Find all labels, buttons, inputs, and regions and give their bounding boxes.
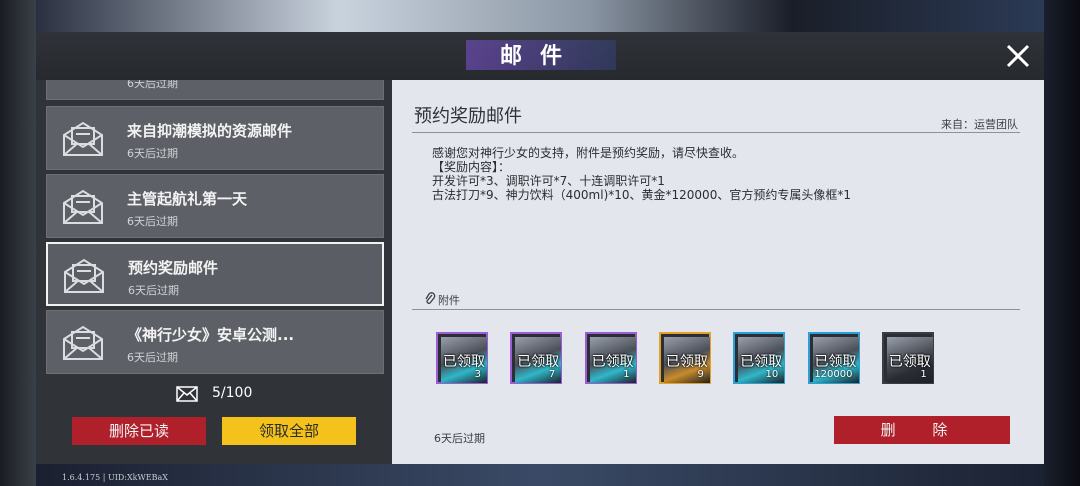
mail-modal: 邮件 6天后过期 来自抑潮模拟的资源邮件 6天后过期 主管起航礼第一天 6天后过… bbox=[36, 32, 1044, 464]
claimed-label: 已领取 bbox=[888, 354, 931, 370]
paperclip-icon bbox=[425, 292, 436, 304]
item-quantity: 9 bbox=[697, 369, 704, 380]
attachment-item[interactable]: 已领取 10 bbox=[733, 332, 786, 384]
mail-item-expiry: 6天后过期 bbox=[127, 147, 178, 160]
background-top-strip bbox=[36, 0, 1044, 32]
attachment-label: 附件 bbox=[438, 294, 460, 307]
item-quantity: 7 bbox=[548, 369, 556, 380]
item-quantity: 10 bbox=[765, 369, 779, 380]
background-bottom-strip bbox=[36, 464, 1044, 486]
mail-item[interactable]: 6天后过期 bbox=[46, 80, 384, 100]
mail-count: 5/100 bbox=[212, 385, 253, 401]
item-quantity: 120000 bbox=[814, 369, 853, 380]
mail-item-title: 主管起航礼第一天 bbox=[127, 190, 248, 208]
item-quantity: 1 bbox=[623, 369, 630, 380]
background-left-strip bbox=[0, 0, 36, 486]
mail-item-title: 来自抑潮模拟的资源邮件 bbox=[127, 122, 293, 140]
divider bbox=[412, 309, 1020, 310]
mail-item-expiry: 6天后过期 bbox=[127, 215, 178, 228]
envelope-icon bbox=[63, 325, 103, 360]
version-uid-label: 1.6.4.175 | UID:XkWEBaX bbox=[62, 473, 168, 482]
envelope-icon bbox=[64, 258, 104, 293]
claimed-label: 已领取 bbox=[443, 354, 485, 370]
envelope-icon bbox=[63, 121, 103, 156]
claimed-label: 已领取 bbox=[591, 354, 634, 370]
close-button[interactable] bbox=[1000, 38, 1036, 74]
mail-item-expiry: 6天后过期 bbox=[127, 351, 178, 364]
mail-item-expiry: 6天后过期 bbox=[127, 80, 178, 90]
mail-item-selected[interactable]: 预约奖励邮件 6天后过期 bbox=[46, 242, 384, 306]
mail-body-line: 开发许可*3、调职许可*7、十连调职许可*1 bbox=[432, 174, 665, 188]
mail-item-title: 预约奖励邮件 bbox=[128, 259, 219, 277]
mail-item[interactable]: 主管起航礼第一天 6天后过期 bbox=[46, 174, 384, 238]
mail-item[interactable]: 《神行少女》安卓公测... 6天后过期 bbox=[46, 310, 384, 374]
claimed-label: 已领取 bbox=[517, 354, 560, 370]
attachment-item[interactable]: 已领取 1 bbox=[881, 332, 934, 384]
mail-body-line: 【奖励内容】： bbox=[432, 160, 511, 174]
attachment-item[interactable]: 已领取 9 bbox=[658, 332, 711, 384]
claimed-label: 已领取 bbox=[814, 354, 857, 370]
mail-detail-title: 预约奖励邮件 bbox=[414, 106, 522, 127]
item-quantity: 1 bbox=[920, 369, 927, 380]
mail-item-title: 《神行少女》安卓公测... bbox=[127, 326, 295, 344]
mail-detail-panel: 预约奖励邮件 来自：运营团队 感谢您对神行少女的支持，附件是预约奖励，请尽快查收… bbox=[392, 80, 1044, 464]
mail-body-line: 古法打刀*9、神力饮料（400ml)*10、黄金*120000、官方预约专属头像… bbox=[432, 188, 851, 202]
claimed-label: 已领取 bbox=[665, 354, 708, 370]
item-quantity: 3 bbox=[474, 369, 481, 380]
mail-sender: 来自：运营团队 bbox=[941, 118, 1018, 131]
mail-expiry: 6天后过期 bbox=[434, 432, 485, 445]
delete-read-button[interactable]: 删除已读 bbox=[72, 417, 206, 445]
close-icon bbox=[1006, 44, 1030, 68]
envelope-icon bbox=[63, 189, 103, 224]
background-right-strip bbox=[1044, 0, 1080, 486]
attachment-item[interactable]: 已领取 7 bbox=[510, 332, 563, 384]
attachment-item[interactable]: 已领取 1 bbox=[584, 332, 637, 384]
mail-body-line: 感谢您对神行少女的支持，附件是预约奖励，请尽快查收。 bbox=[432, 146, 745, 160]
title-bar: 邮件 bbox=[36, 32, 1044, 80]
mail-body: 感谢您对神行少女的支持，附件是预约奖励，请尽快查收。 【奖励内容】： 开发许可*… bbox=[432, 146, 851, 202]
modal-title: 邮件 bbox=[499, 43, 580, 69]
mail-item[interactable]: 来自抑潮模拟的资源邮件 6天后过期 bbox=[46, 106, 384, 170]
mail-item-expiry: 6天后过期 bbox=[128, 284, 179, 297]
divider bbox=[412, 132, 1020, 133]
mail-list-panel: 6天后过期 来自抑潮模拟的资源邮件 6天后过期 主管起航礼第一天 6天后过期 预… bbox=[36, 80, 392, 464]
mail-count-row: 5/100 bbox=[36, 382, 392, 406]
delete-button[interactable]: 删 除 bbox=[834, 416, 1010, 444]
claimed-label: 已领取 bbox=[740, 354, 783, 370]
attachment-item[interactable]: 已领取 3 bbox=[436, 332, 488, 384]
claim-all-button[interactable]: 领取全部 bbox=[222, 417, 356, 445]
attachment-item[interactable]: 已领取 120000 bbox=[807, 332, 860, 384]
envelope-small-icon bbox=[176, 386, 198, 402]
mail-list[interactable]: 6天后过期 来自抑潮模拟的资源邮件 6天后过期 主管起航礼第一天 6天后过期 预… bbox=[46, 80, 386, 375]
